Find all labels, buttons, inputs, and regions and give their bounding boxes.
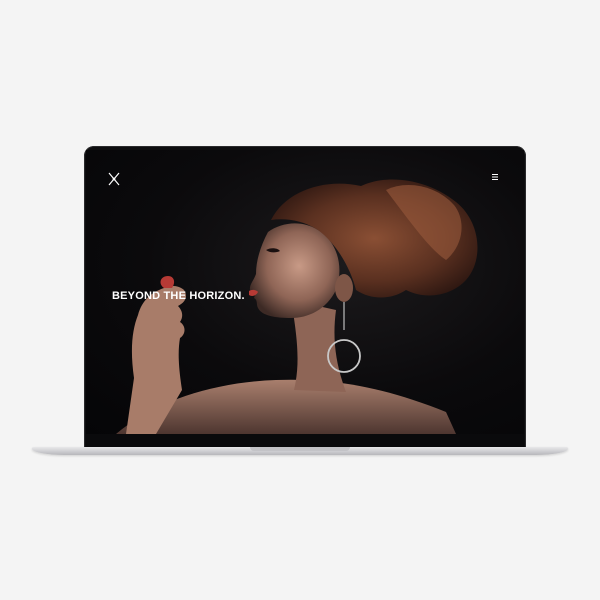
hamburger-menu-icon[interactable] — [492, 174, 498, 180]
laptop-screen: BEYOND THE HORIZON. — [86, 150, 524, 434]
mockup-stage: BEYOND THE HORIZON. — [0, 0, 600, 600]
x-logo-icon[interactable] — [108, 172, 120, 186]
laptop-base-notch — [250, 447, 350, 451]
bezel-bottom — [86, 434, 524, 448]
hero-title: BEYOND THE HORIZON. — [112, 290, 245, 302]
